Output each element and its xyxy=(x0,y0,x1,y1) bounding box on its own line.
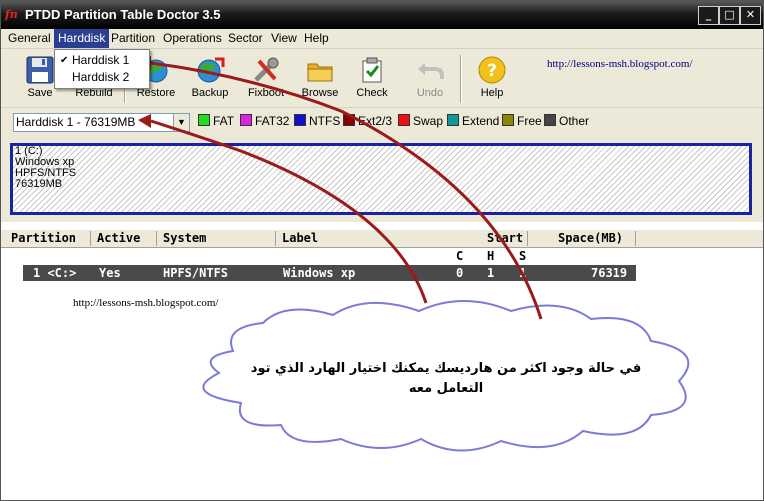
annotation-arrow xyxy=(150,119,428,304)
annotation-text: في حالة وجود اكثر من هارديسك يمكنك اختيا… xyxy=(250,361,642,396)
harddisk-2-item[interactable]: Harddisk 2 xyxy=(55,69,149,86)
harddisk-1-item[interactable]: ✔ Harddisk 1 xyxy=(55,52,149,69)
harddisk-1-label: Harddisk 1 xyxy=(72,53,130,67)
harddisk-menu: ✔ Harddisk 1 Harddisk 2 xyxy=(54,49,150,89)
annotation-arrow xyxy=(150,61,543,320)
checkmark-icon: ✔ xyxy=(60,55,69,66)
annotation-arrowhead xyxy=(138,114,151,128)
harddisk-2-label: Harddisk 2 xyxy=(72,70,130,84)
app-window: fn PTDD Partition Table Doctor 3.5 _ □ ✕… xyxy=(0,0,764,501)
